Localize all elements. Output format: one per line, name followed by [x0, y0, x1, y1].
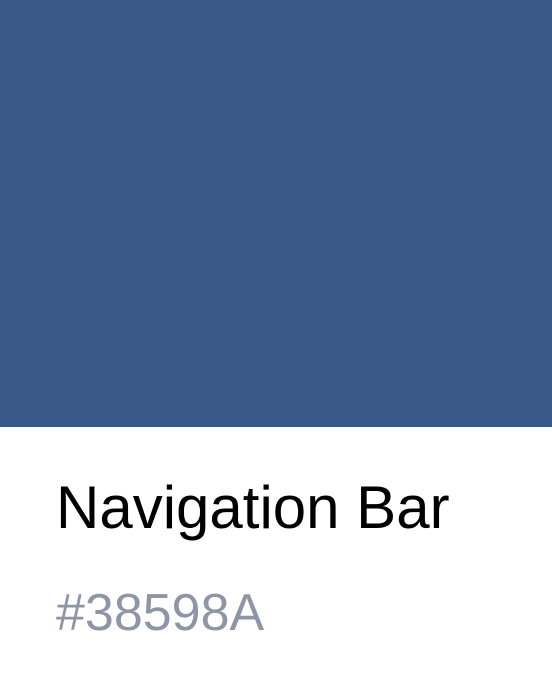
- color-swatch: [0, 0, 552, 427]
- color-name-label: Navigation Bar: [56, 474, 450, 541]
- color-hex-label: #38598A: [56, 584, 265, 642]
- color-swatch-card: Navigation Bar #38598A: [0, 0, 552, 682]
